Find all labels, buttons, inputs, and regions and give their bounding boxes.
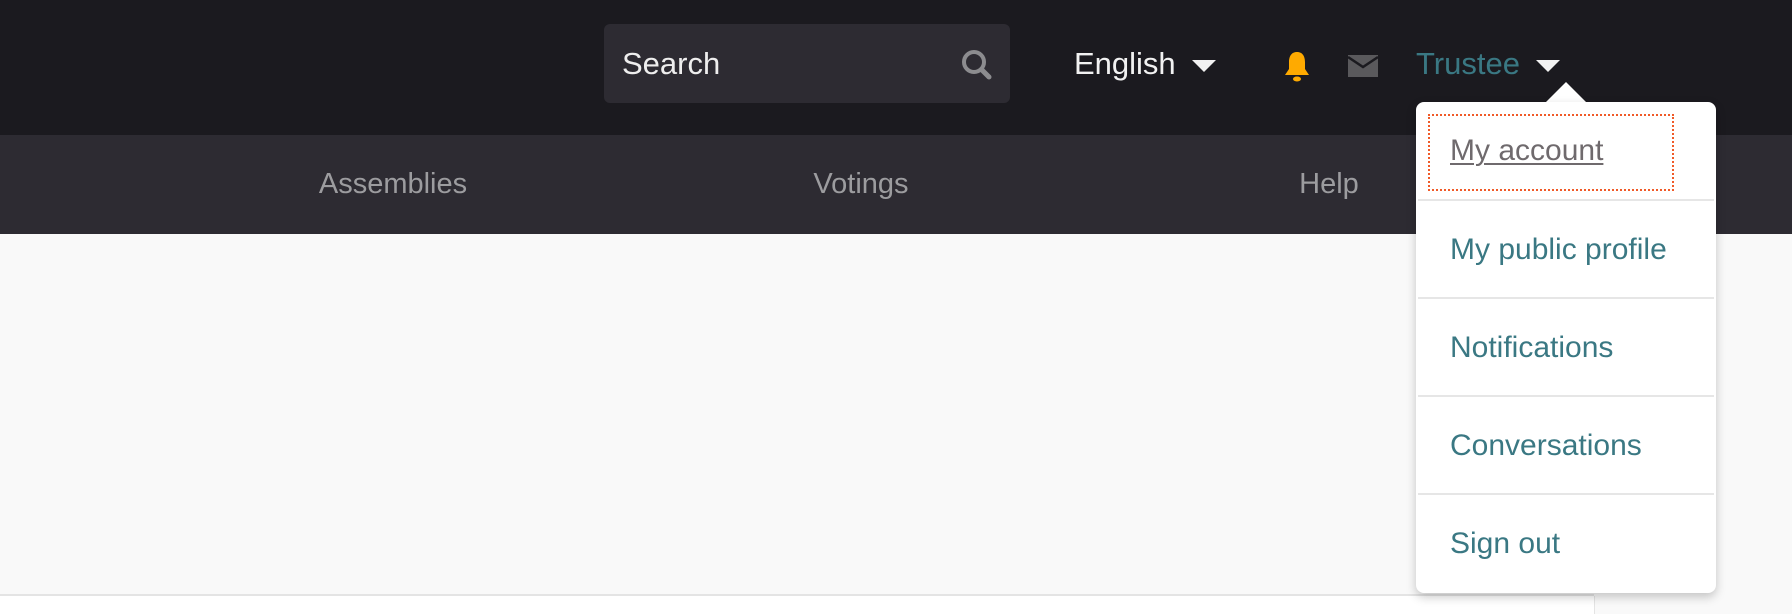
- menu-link-conversations[interactable]: Conversations: [1450, 397, 1642, 494]
- bell-icon[interactable]: [1282, 50, 1312, 82]
- content-divider-vertical: [1594, 596, 1595, 614]
- envelope-icon[interactable]: [1348, 55, 1378, 77]
- menu-link-notifications[interactable]: Notifications: [1450, 299, 1613, 396]
- menu-link-sign-out[interactable]: Sign out: [1450, 495, 1560, 592]
- language-selector[interactable]: English: [1074, 38, 1216, 90]
- search-box[interactable]: [604, 24, 1010, 103]
- search-input[interactable]: [622, 24, 942, 103]
- user-name: Trustee: [1416, 46, 1520, 81]
- user-dropdown-menu: My account My public profile Notificatio…: [1416, 102, 1716, 593]
- nav-item-help[interactable]: Help: [1299, 135, 1359, 234]
- user-menu-toggle[interactable]: Trustee: [1416, 38, 1560, 90]
- menu-item-notifications[interactable]: Notifications: [1416, 299, 1716, 396]
- chevron-down-icon: [1535, 60, 1560, 72]
- page-content: [0, 596, 1594, 614]
- nav-item-assemblies[interactable]: Assemblies: [319, 135, 467, 234]
- menu-link-my-public-profile[interactable]: My public profile: [1450, 201, 1667, 298]
- menu-item-sign-out[interactable]: Sign out: [1416, 495, 1716, 592]
- dropdown-arrow: [1546, 82, 1586, 102]
- menu-item-conversations[interactable]: Conversations: [1416, 397, 1716, 494]
- menu-link-my-account[interactable]: My account: [1450, 102, 1603, 199]
- menu-item-my-account[interactable]: My account: [1416, 102, 1716, 199]
- menu-item-my-public-profile[interactable]: My public profile: [1416, 201, 1716, 298]
- nav-item-votings[interactable]: Votings: [813, 135, 908, 234]
- search-icon[interactable]: [960, 48, 994, 82]
- language-label: English: [1074, 46, 1176, 81]
- chevron-down-icon: [1191, 60, 1216, 72]
